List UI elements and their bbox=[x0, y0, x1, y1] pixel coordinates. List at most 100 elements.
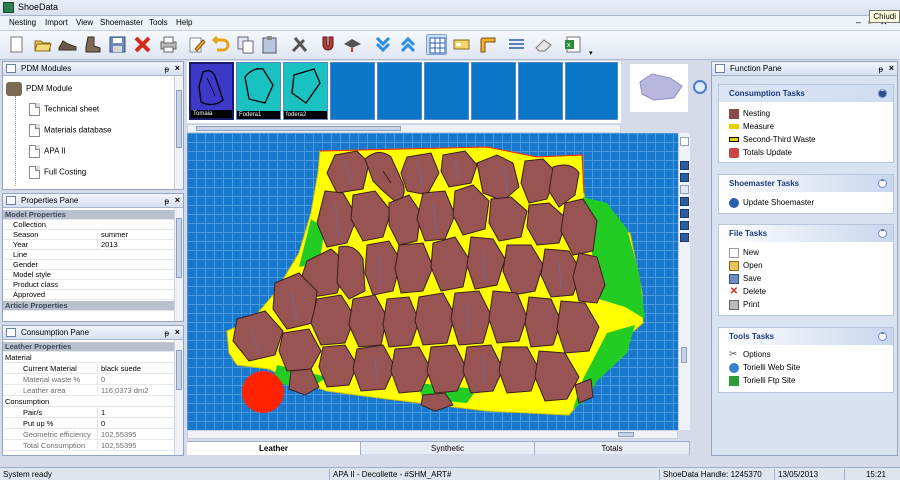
close-icon[interactable]: × bbox=[175, 194, 180, 207]
property-row[interactable]: Model style bbox=[3, 270, 174, 280]
defect-marker[interactable] bbox=[242, 371, 284, 413]
pdm-scrollbar[interactable] bbox=[174, 76, 183, 189]
thumbnail-empty[interactable] bbox=[377, 62, 422, 120]
property-row[interactable]: Gender bbox=[3, 260, 174, 270]
property-row[interactable]: Collection bbox=[3, 220, 174, 230]
zoom-in-icon[interactable] bbox=[680, 161, 689, 170]
zoom-fit-icon[interactable] bbox=[680, 185, 689, 194]
task-measure[interactable]: Measure bbox=[729, 122, 774, 132]
boot-icon[interactable] bbox=[82, 34, 103, 55]
property-value[interactable]: 2013 bbox=[97, 240, 174, 250]
task-save[interactable]: Save bbox=[729, 274, 761, 284]
task-open[interactable]: Open bbox=[729, 261, 763, 271]
save-disk-icon[interactable] bbox=[107, 34, 128, 55]
thumbnail-scrollbar[interactable] bbox=[187, 124, 621, 133]
tree-item-apa-ii[interactable]: APA II bbox=[29, 145, 66, 158]
tree-item-technical-sheet[interactable]: Technical sheet bbox=[29, 103, 99, 116]
task-second-third-waste[interactable]: Second-Third Waste bbox=[729, 135, 816, 145]
tree-item-pdm-module[interactable]: PDM Module bbox=[6, 82, 72, 96]
grid-icon[interactable] bbox=[426, 34, 447, 55]
thumbnail-empty[interactable] bbox=[330, 62, 375, 120]
file-tasks-header[interactable]: File Tasks ⌃ bbox=[719, 225, 893, 242]
tools-icon[interactable] bbox=[289, 34, 310, 55]
tree-item-materials-database[interactable]: Materials database bbox=[29, 124, 112, 137]
thumbnail-fodera2[interactable]: fodera2 bbox=[283, 62, 328, 120]
tab-totals[interactable]: Totals bbox=[535, 442, 690, 455]
shoemaster-tasks-header[interactable]: Shoemaster Tasks ⌃ bbox=[719, 175, 893, 192]
hat-icon[interactable] bbox=[342, 34, 363, 55]
pin-icon[interactable]: ᵽ bbox=[165, 327, 169, 340]
toolbar-overflow-icon[interactable]: ▾ bbox=[589, 49, 593, 57]
magnet-icon[interactable] bbox=[318, 34, 339, 55]
print-icon[interactable] bbox=[158, 34, 179, 55]
menu-tools[interactable]: Tools bbox=[149, 18, 168, 27]
property-row[interactable]: Put up % 0 bbox=[3, 419, 174, 429]
close-icon[interactable]: × bbox=[175, 326, 180, 339]
collapse-chevron-icon[interactable]: ⌃ bbox=[878, 179, 887, 188]
arrow-up-icon[interactable] bbox=[398, 34, 419, 55]
zoom-out-icon[interactable] bbox=[680, 173, 689, 182]
leather-preview[interactable] bbox=[630, 64, 688, 112]
menu-nesting[interactable]: Nesting bbox=[9, 18, 36, 27]
property-row[interactable]: Leather area 116,0373 dm2 bbox=[3, 386, 174, 396]
tree-item-full-costing[interactable]: Full Costing bbox=[29, 166, 86, 179]
category-row[interactable]: Leather Properties bbox=[3, 342, 174, 352]
task-delete[interactable]: ✕ Delete bbox=[729, 287, 766, 297]
tab-synthetic[interactable]: Synthetic bbox=[361, 442, 535, 455]
tools-tasks-header[interactable]: Tools Tasks ⌃ bbox=[719, 328, 893, 345]
category-row[interactable]: Article Properties bbox=[3, 301, 174, 311]
thumbnail-empty[interactable] bbox=[424, 62, 469, 120]
property-row[interactable]: Year 2013 bbox=[3, 240, 174, 250]
pan-up-icon[interactable] bbox=[680, 197, 689, 206]
pin-icon[interactable]: ᵽ bbox=[165, 63, 169, 76]
excel-export-icon[interactable]: x bbox=[563, 34, 584, 55]
property-row[interactable]: Material waste % 0 bbox=[3, 375, 174, 385]
consumption-scrollbar[interactable] bbox=[174, 340, 183, 455]
property-row[interactable]: Approved bbox=[3, 290, 174, 300]
align-icon[interactable] bbox=[506, 34, 527, 55]
collapse-chevron-icon[interactable]: ⌃ bbox=[878, 332, 887, 341]
edit-icon[interactable] bbox=[186, 34, 207, 55]
property-row[interactable]: Pair/s 1 bbox=[3, 408, 174, 418]
corner-icon[interactable] bbox=[477, 34, 498, 55]
task-nesting[interactable]: Nesting bbox=[729, 109, 770, 119]
thumbnail-tomaia[interactable]: Tomaia bbox=[189, 62, 234, 120]
magnifier-icon[interactable] bbox=[693, 80, 707, 94]
section-row[interactable]: Material bbox=[3, 353, 174, 363]
scroll-up-icon[interactable] bbox=[680, 137, 689, 146]
menu-import[interactable]: Import bbox=[45, 18, 68, 27]
eraser-icon[interactable] bbox=[533, 34, 554, 55]
paste-icon[interactable] bbox=[259, 34, 280, 55]
shoe-icon[interactable] bbox=[57, 34, 78, 55]
arrow-down-icon[interactable] bbox=[373, 34, 394, 55]
rotate-icon[interactable] bbox=[680, 233, 689, 242]
task-torielli-ftp-site[interactable]: Torielli Ftp Site bbox=[729, 376, 795, 386]
property-value[interactable]: 0 bbox=[97, 419, 174, 429]
delete-x-icon[interactable] bbox=[132, 34, 153, 55]
task-update-shoemaster[interactable]: Update Shoemaster bbox=[729, 198, 814, 208]
undo-icon[interactable] bbox=[211, 34, 232, 55]
pan-all-icon[interactable] bbox=[680, 221, 689, 230]
label-tag-icon[interactable] bbox=[451, 34, 472, 55]
pin-icon[interactable]: ᵽ bbox=[879, 63, 883, 76]
collapse-chevron-icon[interactable]: ⌃ bbox=[878, 229, 887, 238]
scroll-thumb[interactable] bbox=[681, 347, 687, 363]
consumption-tasks-header[interactable]: Consumption Tasks ⌃ bbox=[719, 85, 893, 102]
property-row[interactable]: Season summer bbox=[3, 230, 174, 240]
properties-scrollbar[interactable] bbox=[174, 208, 183, 321]
nesting-canvas[interactable] bbox=[187, 133, 678, 430]
property-row[interactable]: Geometric efficiency 102,55395 bbox=[3, 430, 174, 440]
new-document-icon[interactable] bbox=[6, 34, 27, 55]
canvas-horizontal-scrollbar[interactable] bbox=[187, 430, 678, 439]
copy-icon[interactable] bbox=[235, 34, 256, 55]
property-row[interactable]: Product class bbox=[3, 280, 174, 290]
thumbnail-empty[interactable] bbox=[518, 62, 563, 120]
tab-leather[interactable]: Leather bbox=[187, 442, 361, 455]
category-row[interactable]: Model Properties bbox=[3, 210, 174, 220]
task-torielli-web-site[interactable]: Torielli Web Site bbox=[729, 363, 800, 373]
pan-down-icon[interactable] bbox=[680, 209, 689, 218]
task-print[interactable]: Print bbox=[729, 300, 759, 310]
thumbnail-fodera1[interactable]: Fodera1 bbox=[236, 62, 281, 120]
close-icon[interactable]: × bbox=[889, 62, 894, 75]
property-value[interactable]: summer bbox=[97, 230, 174, 240]
